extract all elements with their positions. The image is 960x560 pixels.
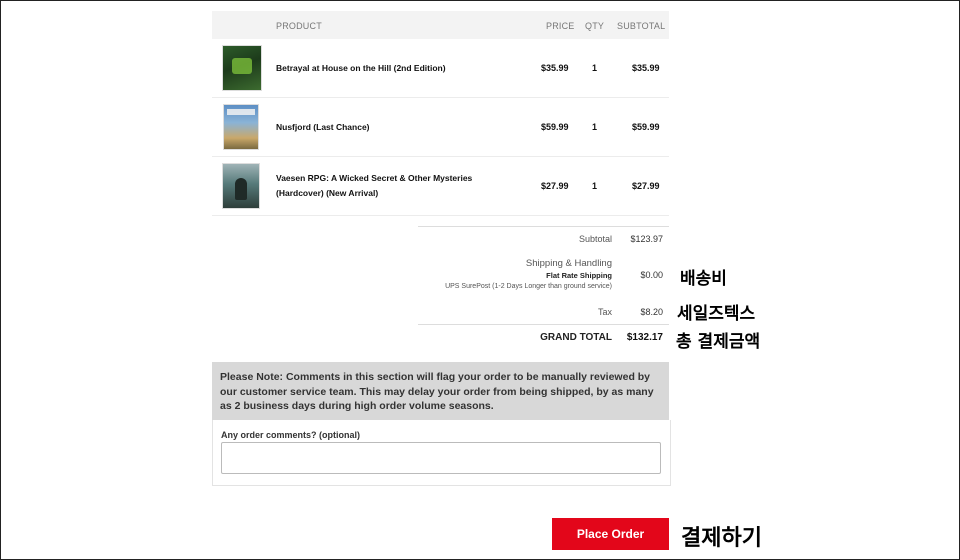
tax-label: Tax <box>597 307 612 317</box>
summary-divider <box>418 324 669 325</box>
header-product: PRODUCT <box>276 21 322 31</box>
product-price: $59.99 <box>541 122 569 132</box>
product-qty: 1 <box>592 63 598 73</box>
grand-total-label: GRAND TOTAL <box>540 332 612 343</box>
annotation-checkout: 결제하기 <box>681 526 762 551</box>
product-name[interactable]: Vaesen RPG: A Wicked Secret & Other Myst… <box>276 171 506 201</box>
product-name-line1: Vaesen RPG: A Wicked Secret & Other Myst… <box>276 173 473 183</box>
place-order-button[interactable]: Place Order <box>552 518 669 550</box>
annotation-tax: 세일즈텍스 <box>677 304 756 324</box>
order-comments-section: Any order comments? (optional) <box>212 420 671 486</box>
grand-total-value: $132.17 <box>626 332 663 343</box>
shipping-label: Shipping & Handling <box>525 258 612 269</box>
product-subtotal: $59.99 <box>632 122 660 132</box>
shipping-value: $0.00 <box>640 270 663 280</box>
header-qty: QTY <box>585 21 605 31</box>
table-row: Nusfjord (Last Chance) $59.99 1 $59.99 <box>212 98 669 157</box>
product-price: $27.99 <box>541 181 569 191</box>
product-qty: 1 <box>592 122 598 132</box>
shipping-note: UPS SurePost (1-2 Days Longer than groun… <box>445 283 612 290</box>
product-subtotal: $35.99 <box>632 63 660 73</box>
product-thumbnail[interactable] <box>222 163 260 209</box>
product-name-line2: (Hardcover) (New Arrival) <box>276 188 379 198</box>
product-price: $35.99 <box>541 63 569 73</box>
product-thumbnail[interactable] <box>223 104 259 150</box>
order-comments-input[interactable] <box>221 442 661 474</box>
annotation-shipping: 배송비 <box>680 269 727 289</box>
subtotal-label: Subtotal <box>578 234 612 244</box>
order-summary: Subtotal $123.97 Shipping & Handling Fla… <box>418 226 669 347</box>
comments-warning-note: Please Note: Comments in this section wi… <box>212 362 669 420</box>
note-text: Please Note: Comments in this section wi… <box>220 371 654 412</box>
table-row: Vaesen RPG: A Wicked Secret & Other Myst… <box>212 157 669 216</box>
product-subtotal: $27.99 <box>632 181 660 191</box>
product-name[interactable]: Betrayal at House on the Hill (2nd Editi… <box>276 61 506 76</box>
header-subtotal: SUBTOTAL <box>617 21 666 31</box>
annotation-total: 총 결제금액 <box>676 332 761 352</box>
tax-value: $8.20 <box>640 307 663 317</box>
comments-label: Any order comments? (optional) <box>221 430 361 440</box>
product-qty: 1 <box>592 181 598 191</box>
header-price: PRICE <box>546 21 575 31</box>
product-thumbnail[interactable] <box>222 45 262 91</box>
table-row: Betrayal at House on the Hill (2nd Editi… <box>212 39 669 98</box>
cart-table-header: PRODUCT PRICE QTY SUBTOTAL <box>212 11 669 39</box>
shipping-method: Flat Rate Shipping <box>546 271 612 280</box>
product-name[interactable]: Nusfjord (Last Chance) <box>276 120 506 135</box>
subtotal-value: $123.97 <box>630 234 663 244</box>
